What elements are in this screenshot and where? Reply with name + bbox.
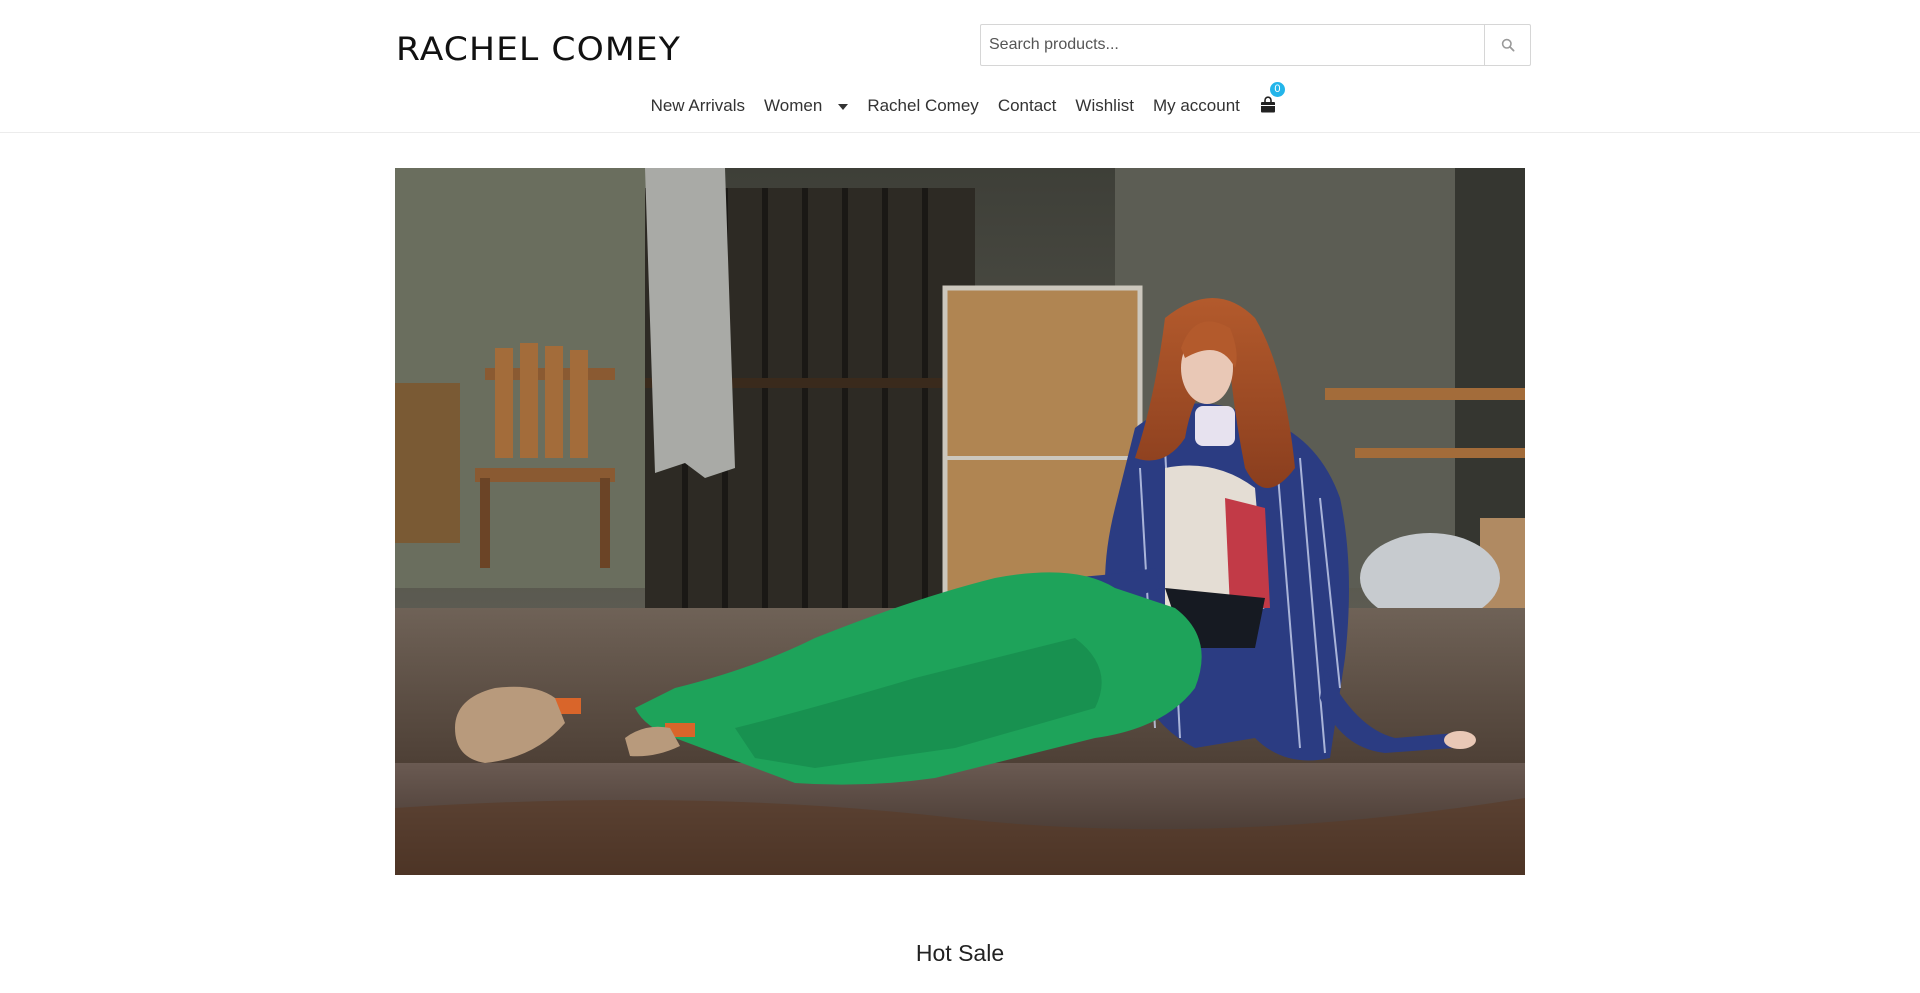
cart-count-badge: 0 [1269,82,1285,97]
nav-item-my-account[interactable]: My account [1153,96,1240,116]
nav-item-label: New Arrivals [650,96,746,115]
nav-item-women[interactable]: Women [764,96,849,116]
cart-button[interactable]: 0 [1259,82,1285,116]
caret-down-icon [838,104,849,110]
nav-item-contact[interactable]: Contact [998,96,1057,116]
search-form [980,24,1531,66]
nav-item-label: My account [1152,96,1240,115]
search-input[interactable] [981,25,1484,65]
main-nav: New Arrivals Women Rachel Comey Contact … [0,82,1920,116]
nav-item-label: Wishlist [1075,96,1134,115]
nav-item-label: Contact [997,96,1057,115]
nav-item-label: Rachel Comey [867,96,979,115]
shopping-bag-icon [1260,96,1275,113]
hero-photo [395,168,1525,875]
nav-item-new-arrivals[interactable]: New Arrivals [651,96,745,116]
section-title-hot-sale: Hot Sale [915,940,1005,966]
nav-item-wishlist[interactable]: Wishlist [1075,96,1134,116]
hero-banner-image[interactable] [395,168,1525,875]
nav-item-rachel-comey[interactable]: Rachel Comey [867,96,979,116]
site-header: RACHEL COMEY New Arrivals Women Rachel C… [0,0,1920,133]
search-button[interactable] [1484,25,1530,65]
nav-item-label: Women [764,96,823,115]
search-icon [1501,38,1515,52]
site-logo[interactable]: RACHEL COMEY [396,30,681,68]
